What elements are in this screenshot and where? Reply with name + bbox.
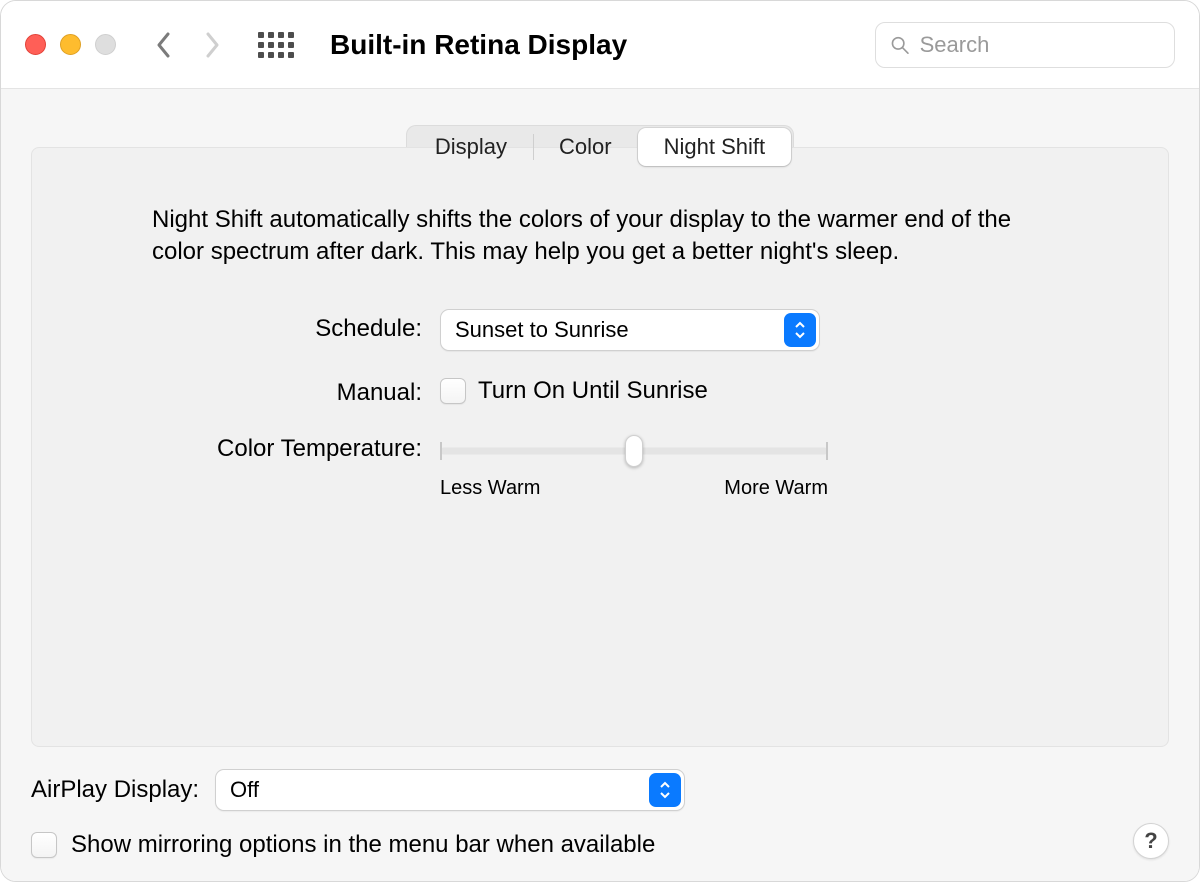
color-temperature-row: Color Temperature: Less Warm More Warm [152, 429, 1048, 500]
help-button[interactable]: ? [1133, 823, 1169, 859]
close-window-button[interactable] [25, 34, 46, 55]
airplay-row: AirPlay Display: Off [31, 769, 1169, 811]
night-shift-description: Night Shift automatically shifts the col… [152, 204, 1048, 269]
schedule-row: Schedule: Sunset to Sunrise [152, 309, 1048, 351]
color-temperature-label: Color Temperature: [152, 429, 422, 463]
slider-min-label: Less Warm [440, 477, 540, 500]
preferences-window: Built-in Retina Display Display Color Ni… [0, 0, 1200, 882]
tab-bar: Display Color Night Shift [406, 125, 794, 169]
schedule-value: Sunset to Sunrise [455, 317, 629, 343]
search-field[interactable] [875, 22, 1175, 68]
toolbar: Built-in Retina Display [1, 1, 1199, 89]
mirroring-checkbox[interactable] [31, 832, 57, 858]
back-button[interactable] [154, 30, 174, 60]
schedule-label: Schedule: [152, 309, 422, 343]
slider-thumb[interactable] [625, 435, 643, 467]
airplay-popup[interactable]: Off [215, 769, 685, 811]
search-icon [890, 34, 910, 56]
popup-stepper-icon [784, 313, 816, 347]
nav-arrows [154, 30, 222, 60]
manual-label: Manual: [152, 373, 422, 407]
night-shift-panel: Night Shift automatically shifts the col… [31, 147, 1169, 747]
content-area: Display Color Night Shift Night Shift au… [1, 89, 1199, 881]
window-title: Built-in Retina Display [330, 29, 857, 61]
slider-max-label: More Warm [724, 477, 828, 500]
manual-row: Manual: Turn On Until Sunrise [152, 373, 1048, 407]
mirroring-row: Show mirroring options in the menu bar w… [31, 831, 1169, 859]
tab-color[interactable]: Color [533, 128, 638, 166]
airplay-label: AirPlay Display: [31, 776, 199, 804]
show-all-preferences-button[interactable] [258, 32, 294, 58]
tab-display[interactable]: Display [409, 128, 533, 166]
minimize-window-button[interactable] [60, 34, 81, 55]
schedule-popup[interactable]: Sunset to Sunrise [440, 309, 820, 351]
search-input[interactable] [920, 32, 1160, 58]
popup-stepper-icon [649, 773, 681, 807]
slider-tick-max [826, 442, 828, 460]
mirroring-checkbox-label: Show mirroring options in the menu bar w… [71, 831, 655, 859]
manual-checkbox[interactable] [440, 378, 466, 404]
footer: AirPlay Display: Off Show mirroring opti… [31, 753, 1169, 859]
slider-tick-min [440, 442, 442, 460]
forward-button-disabled [202, 30, 222, 60]
airplay-value: Off [230, 777, 259, 803]
tab-night-shift[interactable]: Night Shift [638, 128, 792, 166]
manual-checkbox-label: Turn On Until Sunrise [478, 377, 708, 405]
window-controls [25, 34, 116, 55]
zoom-window-button-disabled [95, 34, 116, 55]
color-temperature-slider[interactable] [440, 439, 828, 463]
